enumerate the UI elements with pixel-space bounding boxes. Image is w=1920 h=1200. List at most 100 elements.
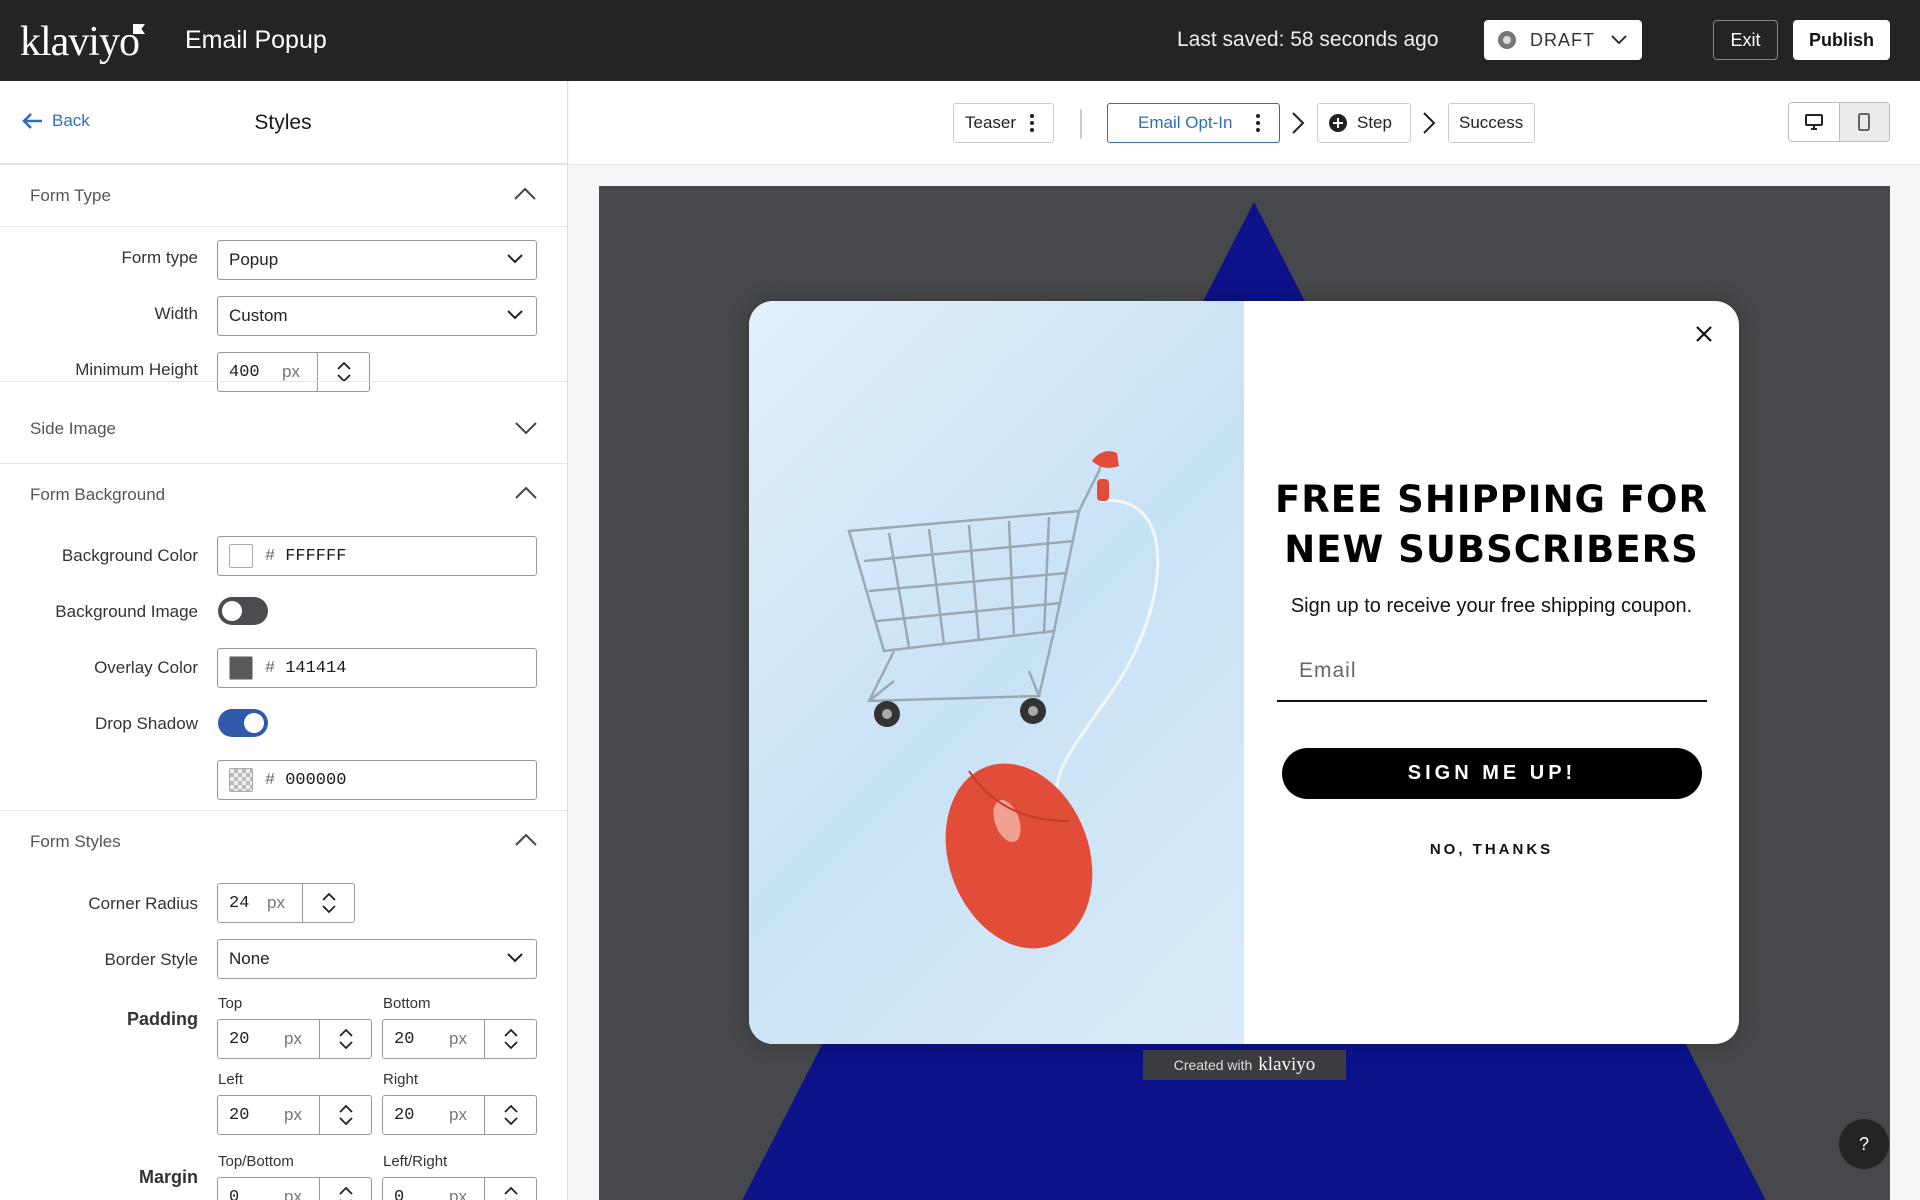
unit-label: px [284, 1187, 302, 1200]
margin-lr-stepper[interactable]: 0 px [382, 1177, 537, 1200]
form-type-label: Form type [121, 248, 198, 267]
stepper-arrows[interactable] [302, 884, 354, 922]
chevron-up-icon [515, 486, 537, 499]
margin-label: Margin [138, 1167, 198, 1187]
panel-header: Back Styles [0, 81, 567, 165]
section-label: Form Type [30, 186, 111, 205]
bg-color-value: FFFFFF [285, 546, 347, 566]
tab-label: Step [1357, 113, 1392, 132]
mobile-view-button[interactable] [1839, 103, 1889, 141]
shadow-color-value: 000000 [285, 770, 347, 790]
tab-label: Email Opt-In [1138, 113, 1233, 132]
bg-image-toggle[interactable] [218, 597, 268, 625]
tab-success[interactable]: Success [1448, 103, 1535, 143]
created-with-text: Created with [1173, 1057, 1253, 1073]
more-options-icon[interactable] [1030, 114, 1035, 132]
chevron-up-icon [338, 1186, 353, 1195]
shadow-color-field[interactable]: # 000000 [217, 760, 537, 800]
more-options-icon[interactable] [1256, 114, 1261, 132]
unit-label: px [449, 1105, 467, 1124]
stepper-arrows[interactable] [484, 1096, 536, 1134]
corner-radius-label: Corner Radius [88, 894, 198, 913]
tab-teaser[interactable]: Teaser [953, 103, 1054, 143]
no-thanks-link[interactable]: NO, THANKS [1244, 841, 1739, 858]
padding-label: Padding [127, 1009, 198, 1029]
chevron-up-icon [503, 1104, 518, 1113]
padding-right-stepper[interactable]: 20 px [382, 1095, 537, 1135]
email-input[interactable]: Email [1277, 639, 1707, 702]
padding-left-value: 20 [229, 1105, 250, 1125]
stepper-arrows[interactable] [319, 1178, 371, 1200]
padding-left-label: Left [218, 1071, 244, 1088]
drop-shadow-toggle[interactable] [218, 709, 268, 737]
padding-left-stepper[interactable]: 20 px [217, 1095, 372, 1135]
unit-label: px [284, 1105, 302, 1124]
min-height-value: 400 [229, 362, 260, 382]
corner-radius-value: 24 [229, 893, 250, 913]
stepper-arrows[interactable] [319, 1096, 371, 1134]
section-form-type[interactable]: Form Type [0, 165, 567, 227]
padding-right-label: Right [383, 1071, 419, 1088]
bg-color-field[interactable]: # FFFFFF [217, 536, 537, 576]
exit-button[interactable]: Exit [1713, 20, 1778, 60]
klaviyo-logo[interactable]: klaviyo [20, 18, 145, 66]
chevron-down-icon [503, 1041, 518, 1050]
padding-bottom-stepper[interactable]: 20 px [382, 1019, 537, 1059]
border-style-select[interactable]: None [217, 939, 537, 979]
unit-label: px [282, 362, 300, 381]
help-button[interactable]: ? [1839, 1119, 1889, 1169]
draft-status-icon [1498, 31, 1516, 49]
padding-top-stepper[interactable]: 20 px [217, 1019, 372, 1059]
stepper-arrows[interactable] [319, 1020, 371, 1058]
close-icon[interactable] [1691, 321, 1717, 347]
color-swatch[interactable] [229, 768, 253, 792]
stepper-arrows[interactable] [317, 353, 369, 391]
chevron-up-icon [503, 1028, 518, 1037]
plus-circle-icon [1329, 114, 1347, 132]
chevron-up-icon [338, 1028, 353, 1037]
color-swatch[interactable] [229, 656, 253, 680]
shopping-cart-image [847, 451, 1160, 949]
headline-line: FREE SHIPPING FOR [1274, 478, 1708, 521]
device-toggle [1788, 102, 1890, 142]
tab-email-opt-in[interactable]: Email Opt-In [1107, 103, 1280, 143]
width-value: Custom [229, 306, 288, 325]
min-height-stepper[interactable]: 400 px [217, 352, 370, 392]
tab-label: Teaser [965, 113, 1017, 132]
color-swatch[interactable] [229, 544, 253, 568]
section-label: Side Image [30, 419, 116, 438]
bg-color-label: Background Color [61, 546, 198, 565]
section-side-image[interactable]: Side Image [0, 398, 567, 460]
side-image [749, 301, 1244, 1044]
status-dropdown[interactable]: DRAFT [1484, 20, 1642, 60]
padding-bottom-label: Bottom [383, 995, 431, 1012]
status-label: DRAFT [1530, 29, 1595, 50]
top-bar: klaviyo Email Popup Last saved: 58 secon… [0, 0, 1920, 81]
klaviyo-mini-logo: klaviyo [1258, 1054, 1316, 1075]
section-label: Form Styles [30, 832, 121, 851]
created-with-badge[interactable]: Created with klaviyo [1143, 1050, 1346, 1080]
chevron-up-icon [514, 187, 536, 200]
padding-right-value: 20 [394, 1105, 415, 1125]
margin-tb-stepper[interactable]: 0 px [217, 1177, 372, 1200]
desktop-view-button[interactable] [1789, 103, 1840, 141]
form-type-select[interactable]: Popup [217, 240, 537, 280]
step-bar: Teaser Email Opt-In Step Success [569, 81, 1920, 165]
logo-text: klaviyo [20, 19, 140, 65]
width-select[interactable]: Custom [217, 296, 537, 336]
overlay-color-field[interactable]: # 141414 [217, 648, 537, 688]
divider [0, 381, 567, 382]
add-step-button[interactable]: Step [1317, 103, 1411, 143]
chevron-down-icon [507, 310, 523, 320]
stepper-arrows[interactable] [484, 1020, 536, 1058]
section-form-styles[interactable]: Form Styles [0, 811, 567, 873]
corner-radius-stepper[interactable]: 24 px [217, 883, 355, 923]
unit-label: px [267, 893, 285, 912]
tab-label: Success [1459, 113, 1524, 132]
publish-button[interactable]: Publish [1793, 20, 1890, 60]
sign-up-button[interactable]: SIGN ME UP! [1282, 748, 1702, 799]
section-form-background[interactable]: Form Background [0, 464, 567, 526]
chevron-down-icon [338, 1041, 353, 1050]
stepper-arrows[interactable] [484, 1178, 536, 1200]
chevron-up-icon [336, 361, 351, 370]
